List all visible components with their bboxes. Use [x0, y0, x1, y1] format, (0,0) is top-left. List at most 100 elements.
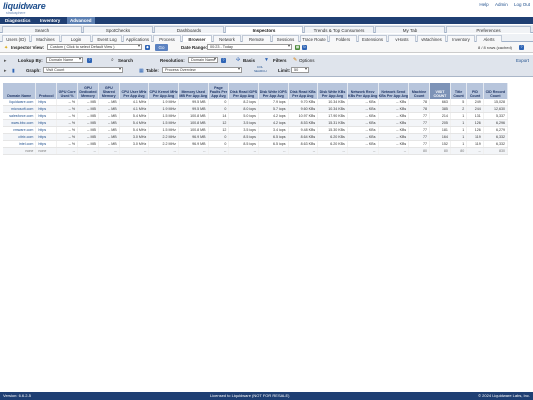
col-header[interactable]: GPU Dedicated Memory: [77, 83, 99, 99]
graph-select[interactable]: Visit Count: [43, 67, 123, 73]
col-header[interactable]: Memory Used MB Per App Avg: [178, 83, 209, 99]
col-header[interactable]: CPU Kernel MHz Per App Avg: [148, 83, 179, 99]
subtab-trace-route[interactable]: Trace Route: [300, 35, 328, 42]
subtab-users[interactable]: Users (ID): [2, 35, 30, 42]
col-header[interactable]: Disk Write KBs Per App Avg: [317, 83, 348, 99]
subtab-inventory[interactable]: Inventory: [447, 35, 475, 42]
col-header[interactable]: Disk Write IOPS Per App Avg: [258, 83, 289, 99]
help-link[interactable]: Help: [479, 2, 488, 7]
table-cell: 0: [208, 140, 230, 148]
resolution-select[interactable]: Domain Name: [188, 57, 218, 63]
admin-link[interactable]: Admin: [495, 2, 508, 7]
domain-name-cell[interactable]: vmware.com: [3, 126, 37, 134]
protocol-cell[interactable]: https: [35, 126, 58, 134]
lookup-select[interactable]: Domain Name: [46, 57, 83, 63]
tab-search[interactable]: Search: [2, 26, 82, 33]
logout-link[interactable]: Log Out: [514, 2, 530, 7]
subtab-vmachines[interactable]: vMachines: [417, 35, 446, 42]
protocol-cell[interactable]: https: [35, 140, 58, 148]
subtab-alerts[interactable]: Alerts: [476, 35, 502, 42]
tab-dashboards[interactable]: Dashboards: [154, 26, 224, 33]
col-search-link[interactable]: COL SEARCH: [254, 65, 267, 73]
subtab-network[interactable]: Network: [213, 35, 241, 42]
search-icon[interactable]: ⌕: [111, 57, 114, 63]
options-label[interactable]: Options: [299, 58, 315, 63]
expand-arrow-icon-2[interactable]: ▸: [4, 68, 7, 74]
subtab-vhosts[interactable]: vHosts: [388, 35, 416, 42]
col-header[interactable]: PID Count: [466, 83, 484, 99]
table-row[interactable]: vmware.com https -- % -- MB -- MB 5.4 MHz 1.5 …: [3, 126, 509, 134]
go-button[interactable]: Go: [155, 44, 168, 51]
nav-inventory[interactable]: Inventory: [37, 17, 63, 24]
domain-name-cell[interactable]: citrix.com: [3, 133, 37, 141]
table-cell: 119: [466, 140, 484, 148]
resolution-help-icon[interactable]: ?: [221, 58, 226, 63]
subtab-login[interactable]: Login: [61, 35, 91, 42]
subtab-folders[interactable]: Folders: [329, 35, 357, 42]
domain-name-cell[interactable]: intel.com: [3, 140, 37, 148]
col-header[interactable]: Domain Name: [3, 83, 37, 99]
col-header[interactable]: Protocol: [35, 83, 58, 99]
col-header[interactable]: Network Send KBs Per App Avg: [378, 83, 410, 99]
table-row[interactable]: microsoft.com https -- % -- MB -- MB 4.1 MHz 1…: [3, 105, 509, 113]
limit-select[interactable]: 50: [291, 67, 309, 73]
col-header[interactable]: Machine Count: [408, 83, 431, 99]
tab-preferences[interactable]: Preferences: [446, 26, 531, 33]
col-header[interactable]: Disk Read IOPS Per App Avg: [228, 83, 259, 99]
export-link[interactable]: Export: [516, 58, 529, 63]
refresh-icon[interactable]: ↻: [302, 45, 307, 50]
tab-inspectors[interactable]: Inspectors: [225, 26, 303, 33]
col-header[interactable]: CPU User MHz Per App Avg: [119, 83, 150, 99]
subtab-event-log[interactable]: Event Log: [92, 35, 122, 42]
subtab-browser[interactable]: Browser: [182, 35, 212, 42]
subtab-extensions[interactable]: Extensions: [358, 35, 387, 42]
table-row[interactable]: none none -- -- -- -- -- -- -- -- -- -- -- -- -- 80 80 80…: [3, 147, 509, 155]
expand-arrow-icon[interactable]: ▸: [4, 58, 7, 64]
table-select[interactable]: Process Overview: [162, 67, 242, 73]
nav-diagnostics[interactable]: Diagnostics: [2, 17, 34, 24]
subtab-process-name[interactable]: Process Name: [153, 35, 181, 49]
nav-advanced[interactable]: Advanced: [67, 17, 95, 24]
filter-icon[interactable]: ▼: [264, 57, 269, 63]
col-header[interactable]: Network Recv KBs Per App Avg: [347, 83, 379, 99]
tab-my-tab[interactable]: My Tab: [375, 26, 445, 33]
subtab-machines[interactable]: Machines: [31, 35, 60, 42]
protocol-cell[interactable]: https: [35, 105, 58, 113]
subtab-remote-display[interactable]: Remote Display: [242, 35, 271, 49]
search-label[interactable]: Search: [118, 58, 133, 63]
filters-label[interactable]: Filters: [273, 58, 287, 63]
protocol-cell[interactable]: https: [35, 119, 58, 127]
subtab-applications[interactable]: Applications: [123, 35, 152, 42]
domain-name-cell[interactable]: www.bbc.com: [3, 119, 37, 127]
col-header[interactable]: GPU Shared Memory: [98, 83, 120, 99]
tab-spotchecks[interactable]: SpotChecks: [83, 26, 153, 33]
col-header[interactable]: Title Count: [450, 83, 468, 99]
col-header[interactable]: GPU Core Used %: [56, 83, 79, 99]
col-header-sorted[interactable]: VISIT COUNT: [429, 83, 451, 99]
calendar-icon[interactable]: ▦: [295, 45, 300, 50]
inspector-view-select[interactable]: Custom ( Click to select Default View ): [47, 44, 142, 50]
table-cell: 8.5 iops: [228, 133, 259, 141]
domain-name-cell[interactable]: microsoft.com: [3, 105, 37, 113]
date-range-select[interactable]: 00:23 - Today: [207, 44, 292, 50]
col-header[interactable]: Page Faults Per App Avg: [208, 83, 230, 99]
table-row[interactable]: salesforce.com https -- % -- MB -- MB 5.4 MHz…: [3, 112, 509, 120]
table-row[interactable]: www.bbc.com https -- % -- MB -- MB 5.4 MHz 1.5…: [3, 119, 509, 127]
domain-name-cell[interactable]: none: [3, 147, 37, 155]
table-row[interactable]: intel.com https -- % -- MB -- MB 3.0 MHz 2.2 M…: [3, 140, 509, 148]
col-header[interactable]: CID Record Count: [483, 83, 509, 99]
protocol-cell[interactable]: https: [35, 133, 58, 141]
options-icon[interactable]: ✎: [293, 57, 297, 63]
save-view-icon[interactable]: ◆: [145, 45, 150, 50]
tab-trends[interactable]: Trends & Top Consumers: [304, 26, 374, 33]
protocol-cell[interactable]: https: [35, 112, 58, 120]
basis-icon[interactable]: ✣: [236, 57, 240, 63]
help-icon[interactable]: ?: [519, 45, 524, 50]
subtab-sessions[interactable]: Sessions: [272, 35, 299, 42]
protocol-cell[interactable]: none: [35, 147, 58, 155]
lookup-help-icon[interactable]: ?: [87, 58, 92, 63]
table-row[interactable]: citrix.com https -- % -- MB -- MB 3.0 MHz 2.2 …: [3, 133, 509, 141]
col-header[interactable]: Disk Read KBs Per App Avg: [288, 83, 319, 99]
basis-label[interactable]: Basis: [243, 58, 255, 63]
domain-name-cell[interactable]: salesforce.com: [3, 112, 37, 120]
